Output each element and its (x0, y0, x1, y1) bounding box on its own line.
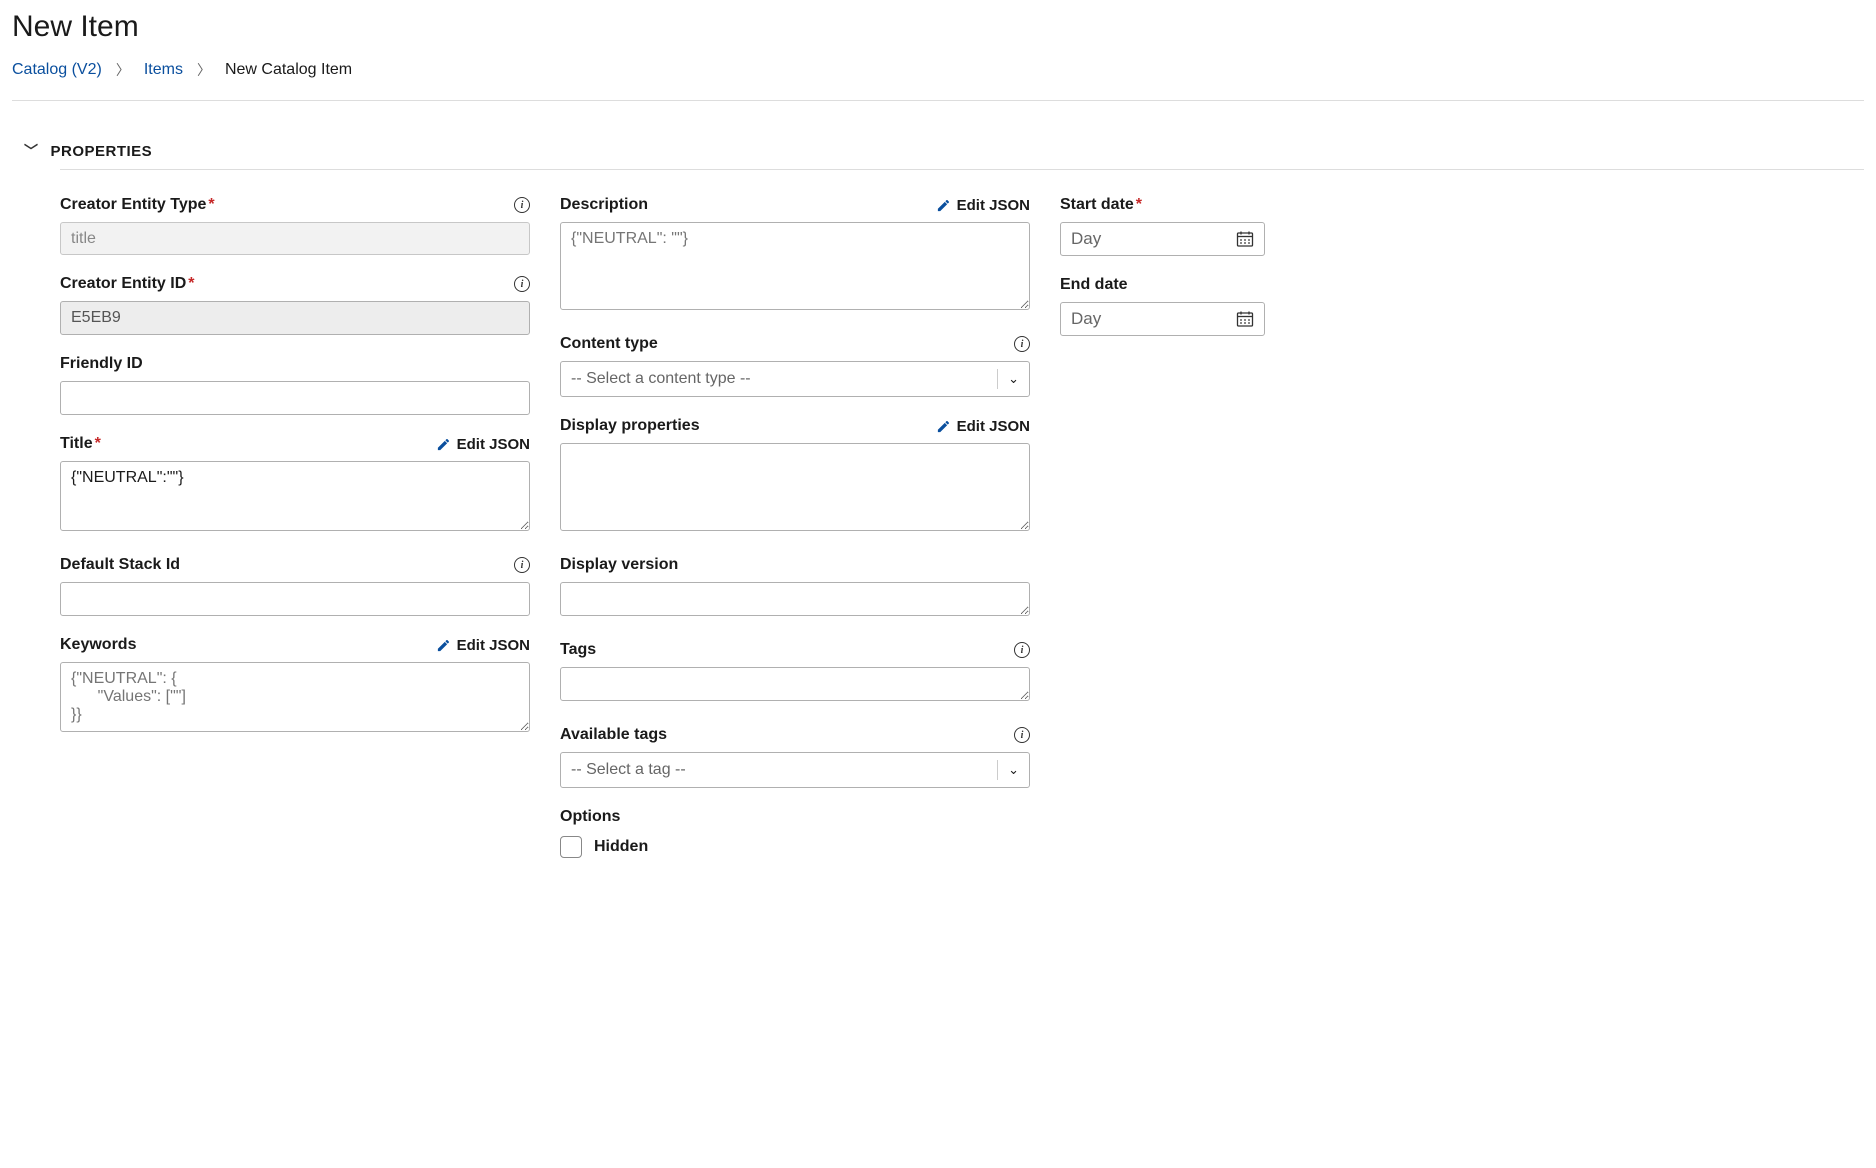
calendar-icon[interactable] (1236, 230, 1254, 248)
display-version-label: Display version (560, 556, 678, 574)
friendly-id-label: Friendly ID (60, 355, 143, 373)
display-properties-label: Display properties (560, 417, 700, 435)
end-date-field[interactable] (1071, 309, 1236, 329)
breadcrumb-catalog-link[interactable]: Catalog (V2) (12, 61, 102, 79)
breadcrumb: Catalog (V2) 〉 Items 〉 New Catalog Item (12, 60, 1864, 80)
info-icon[interactable]: i (1014, 336, 1030, 352)
properties-section-label: PROPERTIES (51, 143, 153, 160)
creator-entity-id-label: Creator Entity ID* (60, 275, 194, 293)
chevron-right-icon: 〉 (197, 60, 211, 80)
info-icon[interactable]: i (514, 557, 530, 573)
description-label: Description (560, 196, 648, 214)
info-icon[interactable]: i (1014, 642, 1030, 658)
available-tags-label: Available tags (560, 726, 667, 744)
edit-json-button[interactable]: Edit JSON (936, 197, 1030, 214)
chevron-down-icon: ⌄ (1008, 762, 1019, 778)
chevron-right-icon: 〉 (116, 60, 130, 80)
title-label: Title* (60, 435, 101, 453)
chevron-down-icon: ﹀ (24, 141, 39, 161)
chevron-down-icon: ⌄ (1008, 371, 1019, 387)
keywords-label: Keywords (60, 636, 136, 654)
content-type-label: Content type (560, 335, 658, 353)
end-date-label: End date (1060, 276, 1128, 294)
end-date-input[interactable] (1060, 302, 1265, 336)
start-date-input[interactable] (1060, 222, 1265, 256)
divider (60, 169, 1864, 170)
creator-entity-id-input[interactable] (60, 301, 530, 335)
start-date-label: Start date* (1060, 196, 1142, 214)
info-icon[interactable]: i (514, 276, 530, 292)
edit-json-button[interactable]: Edit JSON (936, 418, 1030, 435)
breadcrumb-current: New Catalog Item (225, 61, 352, 79)
tags-label: Tags (560, 641, 596, 659)
properties-section-toggle[interactable]: ﹀ PROPERTIES (24, 141, 1864, 161)
available-tags-select[interactable]: -- Select a tag -- ⌄ (560, 752, 1030, 788)
content-type-select[interactable]: -- Select a content type -- ⌄ (560, 361, 1030, 397)
creator-entity-type-select[interactable]: title (60, 222, 530, 255)
pencil-icon (436, 437, 451, 452)
display-properties-textarea[interactable] (560, 443, 1030, 531)
edit-json-button[interactable]: Edit JSON (436, 436, 530, 453)
default-stack-id-input[interactable] (60, 582, 530, 616)
hidden-label: Hidden (594, 838, 648, 856)
breadcrumb-items-link[interactable]: Items (144, 61, 183, 79)
pencil-icon (936, 198, 951, 213)
info-icon[interactable]: i (1014, 727, 1030, 743)
tags-textarea[interactable] (560, 667, 1030, 701)
divider (12, 100, 1864, 101)
hidden-checkbox[interactable] (560, 836, 582, 858)
start-date-field[interactable] (1071, 229, 1236, 249)
info-icon[interactable]: i (514, 197, 530, 213)
pencil-icon (936, 419, 951, 434)
display-version-textarea[interactable] (560, 582, 1030, 616)
edit-json-button[interactable]: Edit JSON (436, 637, 530, 654)
options-label: Options (560, 808, 620, 826)
title-textarea[interactable]: {"NEUTRAL":""} (60, 461, 530, 531)
keywords-textarea[interactable] (60, 662, 530, 732)
friendly-id-input[interactable] (60, 381, 530, 415)
default-stack-id-label: Default Stack Id (60, 556, 180, 574)
pencil-icon (436, 638, 451, 653)
creator-entity-type-label: Creator Entity Type* (60, 196, 215, 214)
page-title: New Item (12, 10, 1864, 44)
calendar-icon[interactable] (1236, 310, 1254, 328)
description-textarea[interactable] (560, 222, 1030, 310)
